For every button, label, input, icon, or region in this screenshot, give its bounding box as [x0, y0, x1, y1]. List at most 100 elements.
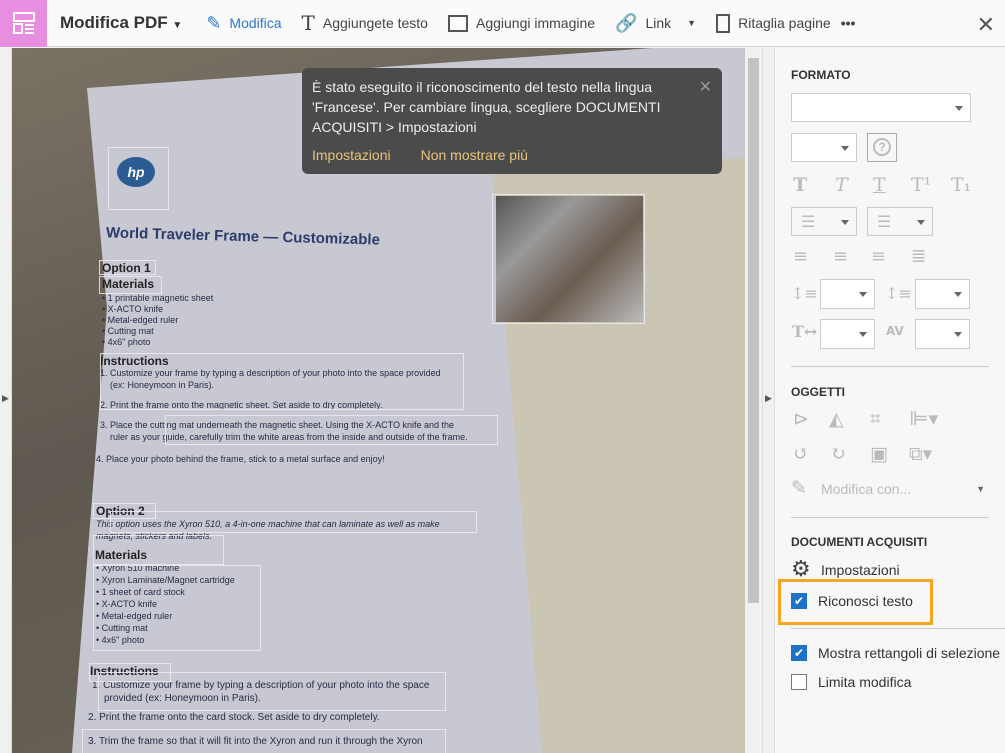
flip-horizontal-icon[interactable]: ◭	[829, 408, 844, 430]
arrange-icon[interactable]: ⧉▾	[909, 443, 932, 465]
scrollbar-thumb[interactable]	[748, 58, 759, 603]
chevron-down-icon: ▼	[687, 18, 697, 28]
align-left-icon[interactable]: ≡	[793, 246, 808, 267]
crop-pages-icon	[716, 13, 731, 33]
crop-icon[interactable]: ⌗	[870, 408, 881, 430]
edit-icon: ✎	[206, 12, 222, 33]
chevron-down-icon: ▼	[172, 20, 183, 31]
edit-label: Modifica	[229, 15, 282, 31]
doc-line: • Metal-edged ruler	[102, 315, 179, 325]
line-spacing-dropdown[interactable]	[820, 279, 875, 309]
paragraph-spacing-dropdown[interactable]	[915, 279, 970, 309]
show-bounding-boxes-label[interactable]: Mostra rettangoli di selezione	[818, 645, 1000, 661]
restrict-editing-label[interactable]: Limita modifica	[818, 674, 911, 690]
paragraph-spacing-icon: ↕≡	[885, 284, 912, 303]
align-objects-icon[interactable]: ⊫▾	[909, 408, 938, 430]
doc-line: 4. Place your photo behind the frame, st…	[96, 454, 385, 464]
image-icon	[447, 14, 468, 32]
align-center-icon[interactable]: ≡	[833, 246, 848, 267]
bullet-list-dropdown[interactable]: ☰	[791, 207, 857, 236]
selection-box[interactable]	[99, 260, 156, 275]
selection-box[interactable]	[98, 672, 446, 711]
right-panel-toggle[interactable]: ▶	[762, 48, 775, 753]
edit-pdf-menu[interactable]: Modifica PDF ▼	[60, 13, 182, 33]
rotate-left-icon[interactable]: ↺	[793, 443, 809, 465]
selection-box[interactable]	[108, 147, 169, 210]
vertical-scrollbar[interactable]	[745, 48, 762, 753]
chevron-down-icon: ▼	[976, 484, 985, 494]
settings-link[interactable]: Impostazioni	[312, 145, 391, 165]
right-panel: FORMATO ? T T T T¹ T₁ ☰ ☰ ≡ ≡ ≡ ≣ ↕≡ ↕≡ …	[775, 48, 1005, 753]
doc-line: • 4x6" photo	[102, 337, 151, 347]
rotate-right-icon[interactable]: ↻	[830, 443, 846, 465]
line-spacing-icon: ↕≡	[791, 284, 818, 303]
help-icon: ?	[873, 138, 891, 156]
flip-vertical-icon[interactable]: ⊳	[793, 408, 809, 430]
notification-message: È stato eseguito il riconoscimento del t…	[312, 79, 661, 135]
bullet-list-icon: ☰	[801, 214, 816, 231]
character-spacing-dropdown[interactable]	[915, 319, 970, 349]
replace-image-icon[interactable]: ▣	[870, 443, 888, 465]
selection-box[interactable]	[99, 276, 162, 294]
selection-box[interactable]	[93, 565, 261, 651]
edit-with-dropdown[interactable]: ✎ Modifica con... ▼	[791, 477, 985, 502]
more-button[interactable]: •••	[841, 15, 856, 31]
edit-button[interactable]: ✎ Modifica	[206, 13, 281, 34]
pencil-icon: ✎	[791, 477, 807, 499]
add-text-button[interactable]: T Aggiungete testo	[302, 11, 428, 35]
horizontal-scale-dropdown[interactable]	[820, 319, 875, 349]
font-dropdown[interactable]	[791, 93, 971, 122]
selection-box[interactable]	[492, 194, 645, 324]
show-bounding-boxes-checkbox[interactable]: ✔	[791, 645, 807, 661]
divider	[791, 366, 989, 367]
align-right-icon[interactable]: ≡	[871, 246, 886, 267]
doc-line: • 1 printable magnetic sheet	[102, 293, 214, 303]
selection-box[interactable]	[93, 535, 224, 565]
restrict-editing-checkbox[interactable]	[791, 674, 807, 690]
italic-icon[interactable]: T	[835, 174, 848, 196]
justify-icon[interactable]: ≣	[911, 246, 926, 267]
character-spacing-icon: AV	[886, 324, 904, 338]
selection-box[interactable]	[110, 511, 477, 533]
close-icon[interactable]: ✕	[699, 78, 712, 98]
settings-label: Impostazioni	[821, 562, 900, 578]
doc-line: • X-ACTO knife	[102, 304, 164, 314]
objects-heading: OGGETTI	[791, 385, 845, 399]
link-label: Link	[645, 15, 672, 31]
underline-icon[interactable]: T	[873, 174, 886, 196]
divider	[791, 628, 1005, 629]
numbered-list-dropdown[interactable]: ☰	[867, 207, 933, 236]
numbered-list-icon: ☰	[877, 214, 892, 231]
add-image-button[interactable]: Aggiungi immagine	[447, 14, 596, 32]
left-panel-toggle[interactable]: ▶	[0, 48, 12, 753]
font-size-dropdown[interactable]	[791, 133, 857, 162]
toolbar: Modifica PDF ▼ ✎ Modifica T Aggiungete tes…	[0, 0, 1005, 47]
ocr-notification: È stato eseguito il riconoscimento del t…	[302, 68, 722, 174]
tool-panel-icon[interactable]	[0, 0, 47, 47]
recognize-text-checkbox[interactable]: ✔	[791, 593, 807, 609]
link-icon: 🔗	[615, 12, 638, 33]
add-text-label: Aggiungete testo	[322, 15, 428, 31]
recognize-text-label[interactable]: Riconosci testo	[818, 593, 913, 609]
divider	[791, 517, 989, 518]
close-icon[interactable]: ✕	[977, 12, 995, 38]
bold-icon[interactable]: T	[793, 174, 807, 196]
scanned-docs-heading: DOCUMENTI ACQUISITI	[791, 535, 928, 549]
selection-box[interactable]	[100, 353, 464, 410]
expand-left-icon: ▶	[2, 393, 9, 403]
doc-line: 2. Print the frame onto the card stock. …	[88, 712, 380, 723]
crop-pages-button[interactable]: Ritaglia pagine	[716, 13, 831, 33]
crop-pages-label: Ritaglia pagine	[738, 15, 831, 31]
selection-box[interactable]	[82, 729, 446, 753]
format-heading: FORMATO	[791, 68, 851, 82]
help-button[interactable]: ?	[867, 133, 897, 162]
subscript-icon[interactable]: T₁	[951, 174, 971, 196]
dont-show-again-link[interactable]: Non mostrare più	[421, 145, 528, 165]
selection-box[interactable]	[165, 415, 498, 445]
edit-pdf-title: Modifica PDF	[60, 13, 168, 32]
superscript-icon[interactable]: T¹	[911, 174, 931, 196]
edit-with-label: Modifica con...	[821, 481, 912, 497]
link-button[interactable]: 🔗 Link ▼	[615, 13, 696, 34]
doc-line: • Cutting mat	[102, 326, 154, 336]
add-image-label: Aggiungi immagine	[475, 15, 596, 31]
